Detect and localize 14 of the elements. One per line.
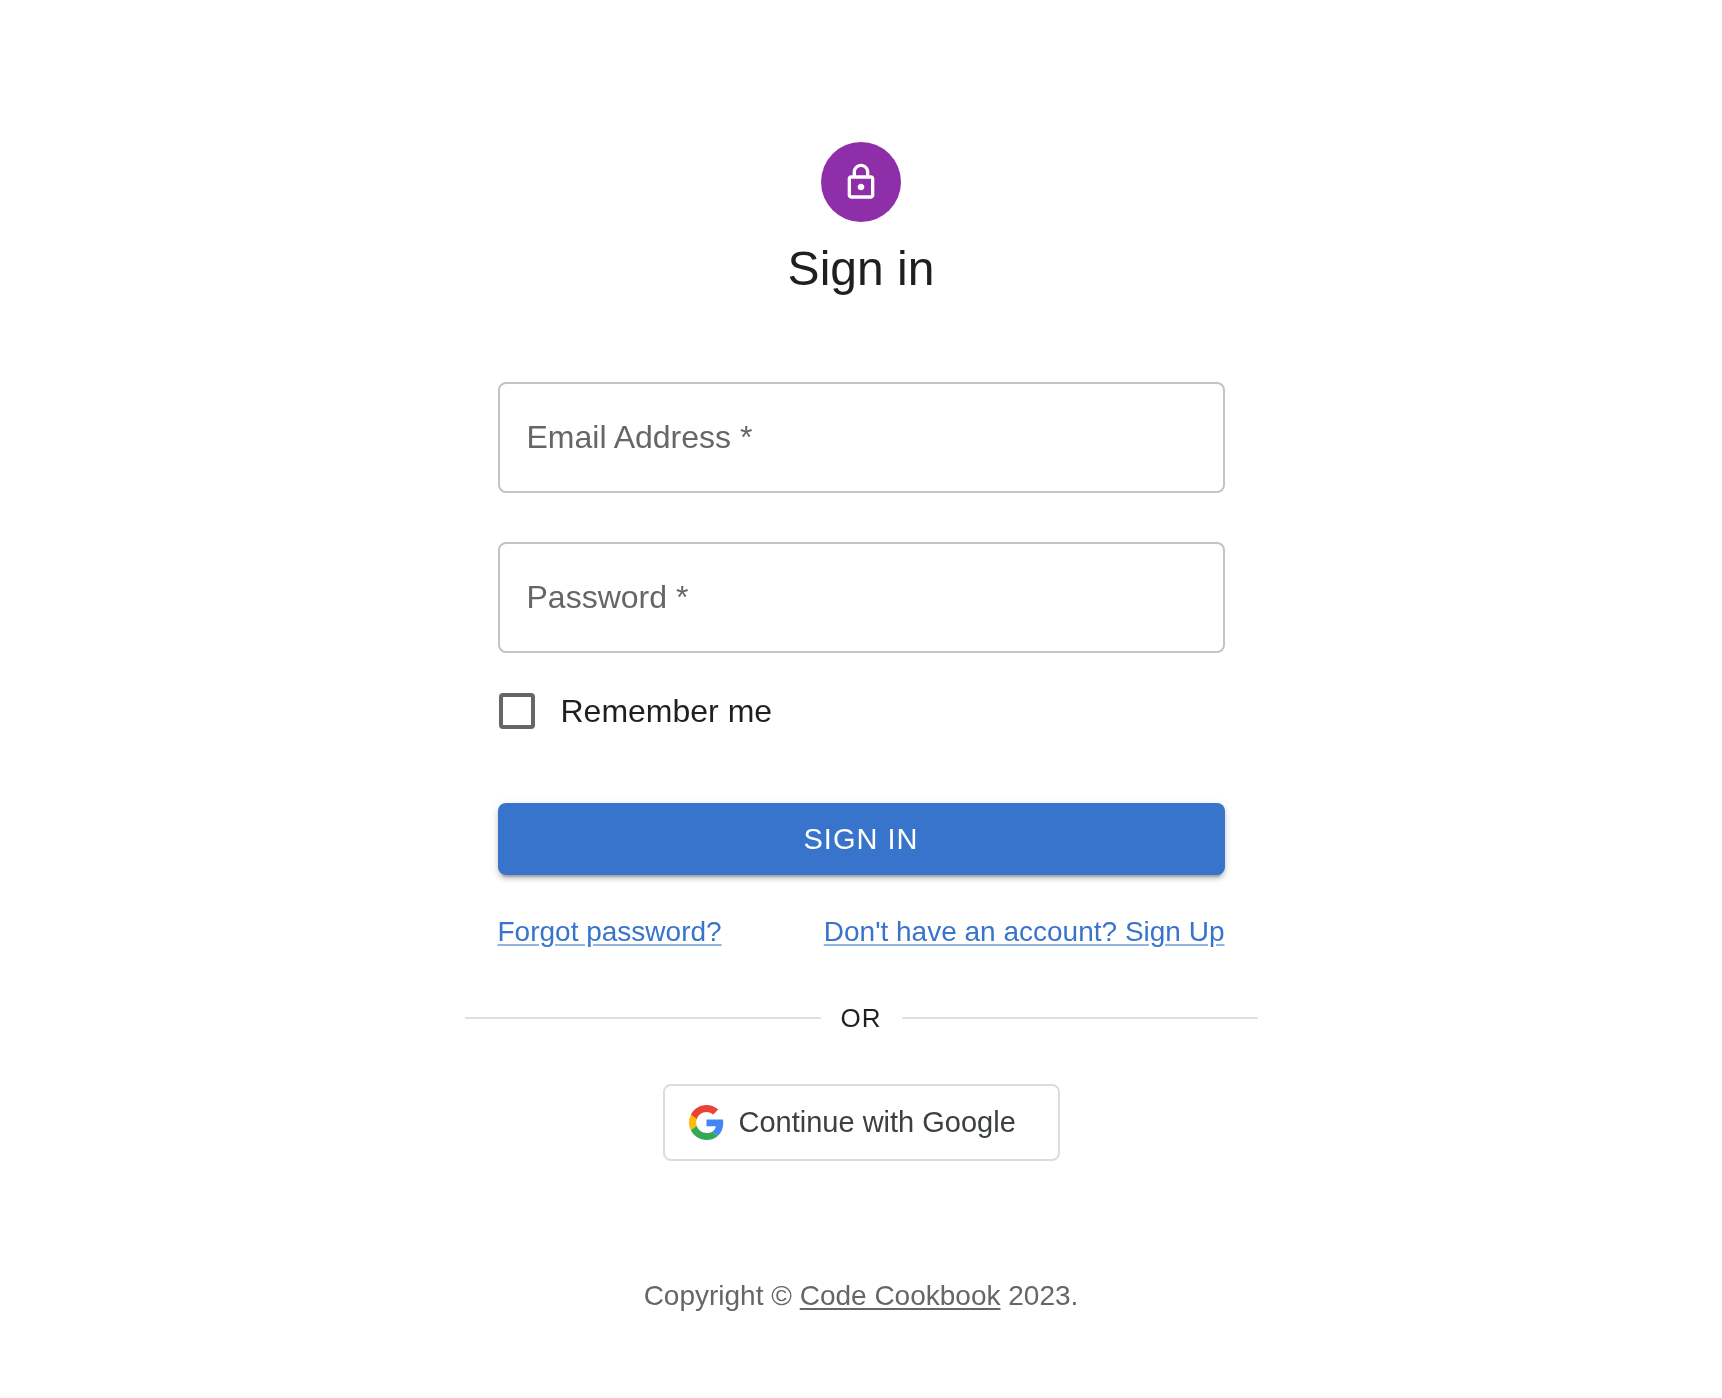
input-field[interactable]: Email Address * — [497, 382, 1225, 493]
website-link[interactable]: Code Cookbook — [799, 1280, 1001, 1311]
input-field[interactable]: Password * — [497, 542, 1225, 653]
copyright-text: Copyright © Code Cookbook 2023. — [643, 1279, 1079, 1313]
google-sign-in-button[interactable]: Continue with Google — [662, 1084, 1060, 1161]
sign-up-link[interactable]: Don't have an account? Sign Up — [823, 912, 1225, 952]
divider-label: OR — [839, 1002, 883, 1035]
forgot-password-link[interactable]: Forgot password? — [497, 912, 722, 952]
page-title: Sign in — [787, 241, 935, 297]
sign-in-button[interactable]: SIGN IN — [497, 803, 1225, 875]
checkbox[interactable] — [498, 693, 535, 729]
checkbox-label[interactable]: Remember me — [560, 691, 773, 731]
lock-icon — [821, 142, 901, 222]
google-logo-icon — [688, 1105, 724, 1140]
